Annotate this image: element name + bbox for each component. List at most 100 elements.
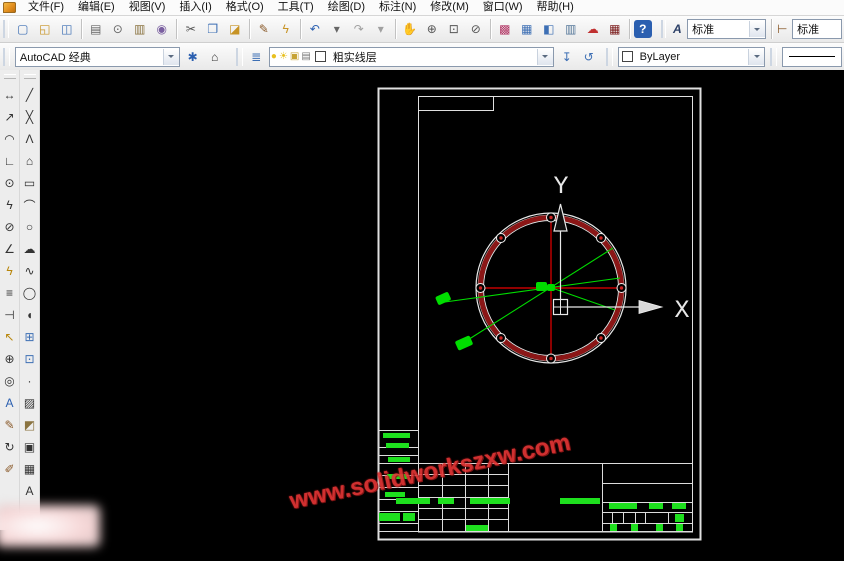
help-button[interactable]: ?	[633, 20, 652, 38]
layer-on-icon[interactable]: ●	[271, 49, 277, 65]
paste-button[interactable]: ◪	[225, 19, 245, 39]
open-file-button[interactable]: ◱	[35, 19, 55, 39]
menu-item-8[interactable]: 修改(M)	[423, 0, 476, 15]
layer-plot-icon[interactable]: ▤	[301, 49, 310, 65]
arc-button[interactable]: ⌒	[20, 194, 39, 216]
3d-dwf-button[interactable]: ◉	[152, 19, 172, 39]
undo-options-button[interactable]: ▾	[327, 19, 347, 39]
polyline-button[interactable]: Λ	[20, 128, 39, 150]
hatch-button[interactable]: ▨	[20, 392, 39, 414]
make-object-layer-current-button[interactable]: ↧	[557, 47, 577, 67]
quick-dimension-button[interactable]: ϟ	[0, 260, 19, 282]
toolbar-grip[interactable]	[605, 47, 613, 66]
menu-item-1[interactable]: 编辑(E)	[71, 0, 122, 15]
toolbar-grip[interactable]	[235, 47, 243, 66]
radius-dimension-button[interactable]: ⊙	[0, 172, 19, 194]
designcenter-button[interactable]: ▦	[517, 19, 537, 39]
text-style-combo[interactable]: 标准	[687, 19, 766, 39]
menu-item-10[interactable]: 帮助(H)	[530, 0, 581, 15]
chevron-down-icon[interactable]	[748, 21, 765, 37]
gradient-button[interactable]: ◩	[20, 414, 39, 436]
tool-palettes-button[interactable]: ◧	[539, 19, 559, 39]
menu-item-6[interactable]: 绘图(D)	[321, 0, 372, 15]
chevron-down-icon[interactable]	[162, 48, 179, 65]
plot-preview-button[interactable]: ⊙	[108, 19, 128, 39]
linear-dimension-button[interactable]: ↔	[0, 84, 19, 106]
toolbar-grip[interactable]	[3, 74, 16, 79]
spline-button[interactable]: ∿	[20, 260, 39, 282]
toolbar-grip[interactable]	[770, 47, 777, 66]
menu-item-5[interactable]: 工具(T)	[271, 0, 321, 15]
toolbar-grip[interactable]	[3, 20, 9, 38]
toolbar-grip[interactable]	[3, 47, 10, 66]
pan-realtime-button[interactable]: ✋	[400, 19, 420, 39]
menu-item-2[interactable]: 视图(V)	[122, 0, 173, 15]
menu-item-4[interactable]: 格式(O)	[219, 0, 271, 15]
zoom-previous-button[interactable]: ⊘	[466, 19, 486, 39]
line-button[interactable]: ╱	[20, 84, 39, 106]
ellipse-button[interactable]: ◯	[20, 282, 39, 304]
new-file-button[interactable]: ▢	[13, 19, 33, 39]
revision-cloud-button[interactable]: ☁	[20, 238, 39, 260]
zoom-window-button[interactable]: ⊡	[444, 19, 464, 39]
quick-leader-button[interactable]: ↖	[0, 326, 19, 348]
diameter-dimension-button[interactable]: ⊘	[0, 216, 19, 238]
linetype-combo[interactable]	[781, 46, 842, 67]
arc-length-dimension-button[interactable]: ◠	[0, 128, 19, 150]
dimension-text-edit-button[interactable]: A	[0, 392, 19, 414]
menu-item-0[interactable]: 文件(F)	[21, 0, 71, 15]
redo-button[interactable]: ↷	[349, 19, 369, 39]
markup-set-manager-button[interactable]: ☁	[583, 19, 603, 39]
dim-style-combo[interactable]: 标准	[792, 19, 842, 39]
continue-dimension-button[interactable]: ⊣	[0, 304, 19, 326]
publish-button[interactable]: ▥	[130, 19, 150, 39]
ordinate-dimension-button[interactable]: ∟	[0, 150, 19, 172]
construction-line-button[interactable]: ╳	[20, 106, 39, 128]
baseline-dimension-button[interactable]: ≡	[0, 282, 19, 304]
chevron-down-icon[interactable]	[748, 48, 764, 65]
ellipse-arc-button[interactable]: ◖	[20, 304, 39, 326]
dimension-edit-button[interactable]: ✎	[0, 414, 19, 436]
workspace-settings-button[interactable]: ✱	[183, 47, 203, 67]
menu-item-3[interactable]: 插入(I)	[172, 0, 218, 15]
my-workspace-button[interactable]: ⌂	[205, 47, 225, 67]
chevron-down-icon[interactable]	[536, 48, 553, 65]
block-editor-button[interactable]: ϟ	[276, 19, 296, 39]
jogged-dimension-button[interactable]: ϟ	[0, 194, 19, 216]
color-combo[interactable]: ByLayer	[617, 46, 765, 67]
tolerance-button[interactable]: ⊕	[0, 348, 19, 370]
quickcalc-button[interactable]: ▦	[605, 19, 625, 39]
match-properties-button[interactable]: ✎	[254, 19, 274, 39]
toolbar-grip[interactable]	[660, 20, 667, 38]
layer-combo[interactable]: ● ☀ ▣ ▤ 粗实线层	[268, 46, 554, 67]
zoom-realtime-button[interactable]: ⊕	[422, 19, 442, 39]
workspace-combo[interactable]: AutoCAD 经典	[14, 46, 180, 67]
polygon-button[interactable]: ⌂	[20, 150, 39, 172]
region-button[interactable]: ▣	[20, 436, 39, 458]
center-mark-button[interactable]: ◎	[0, 370, 19, 392]
drawing-canvas[interactable]: Y X www.solidworkszxw.com	[40, 70, 844, 561]
plot-button[interactable]: ▤	[86, 19, 106, 39]
menu-item-7[interactable]: 标注(N)	[372, 0, 423, 15]
circle-button[interactable]: ○	[20, 216, 39, 238]
point-button[interactable]: ·	[20, 370, 39, 392]
layer-freeze-icon[interactable]: ☀	[279, 49, 288, 65]
redo-options-button[interactable]: ▾	[371, 19, 391, 39]
menu-item-9[interactable]: 窗口(W)	[476, 0, 530, 15]
layer-previous-button[interactable]: ↺	[579, 47, 599, 67]
copy-button[interactable]: ❐	[203, 19, 223, 39]
save-file-button[interactable]: ◫	[57, 19, 77, 39]
layer-properties-manager-button[interactable]: ≣	[247, 47, 266, 67]
undo-button[interactable]: ↶	[305, 19, 325, 39]
dimension-update-button[interactable]: ↻	[0, 436, 19, 458]
aligned-dimension-button[interactable]: ↗	[0, 106, 19, 128]
sheet-set-manager-button[interactable]: ▥	[561, 19, 581, 39]
properties-palette-button[interactable]: ▩	[495, 19, 515, 39]
text-style-manager-button[interactable]: A	[670, 19, 684, 39]
toolbar-grip[interactable]	[23, 74, 36, 79]
rectangle-button[interactable]: ▭	[20, 172, 39, 194]
dimension-style-button[interactable]: ✐	[0, 458, 19, 480]
cut-button[interactable]: ✂	[181, 19, 201, 39]
layer-lock-icon[interactable]: ▣	[290, 49, 299, 65]
table-button[interactable]: ▦	[20, 458, 39, 480]
